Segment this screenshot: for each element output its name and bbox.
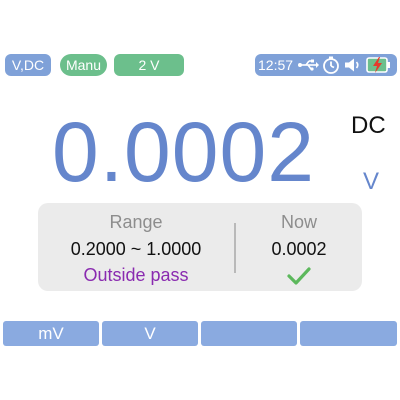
now-heading: Now <box>280 212 317 232</box>
softkey-v[interactable]: V <box>102 321 198 346</box>
timer-icon <box>323 56 339 74</box>
battery-charging-icon <box>366 57 390 73</box>
pass-status: Outside pass <box>83 265 189 285</box>
clock: 12:57 <box>258 57 294 73</box>
range-mode-badge[interactable]: Manu <box>60 54 107 76</box>
check-icon <box>287 267 311 285</box>
system-status-bar: 12:57 <box>255 54 397 76</box>
usb-icon <box>298 59 319 71</box>
function-mode-badge[interactable]: V,DC <box>5 54 51 76</box>
speaker-icon <box>345 58 359 72</box>
range-heading: Range <box>109 212 163 232</box>
softkey-4[interactable] <box>300 321 397 346</box>
now-value: 0.0002 <box>271 239 327 259</box>
softkey-3[interactable] <box>201 321 297 346</box>
range-badge[interactable]: 2 V <box>114 54 184 76</box>
coupling-label: DC <box>351 112 386 139</box>
measurement-value: 0.0002 <box>52 105 315 199</box>
unit-label: V <box>363 168 380 195</box>
range-limits: 0.2000 ~ 1.0000 <box>70 239 202 259</box>
softkey-mv[interactable]: mV <box>3 321 99 346</box>
compare-panel: Range 0.2000 ~ 1.0000 Outside pass Now 0… <box>38 203 362 291</box>
